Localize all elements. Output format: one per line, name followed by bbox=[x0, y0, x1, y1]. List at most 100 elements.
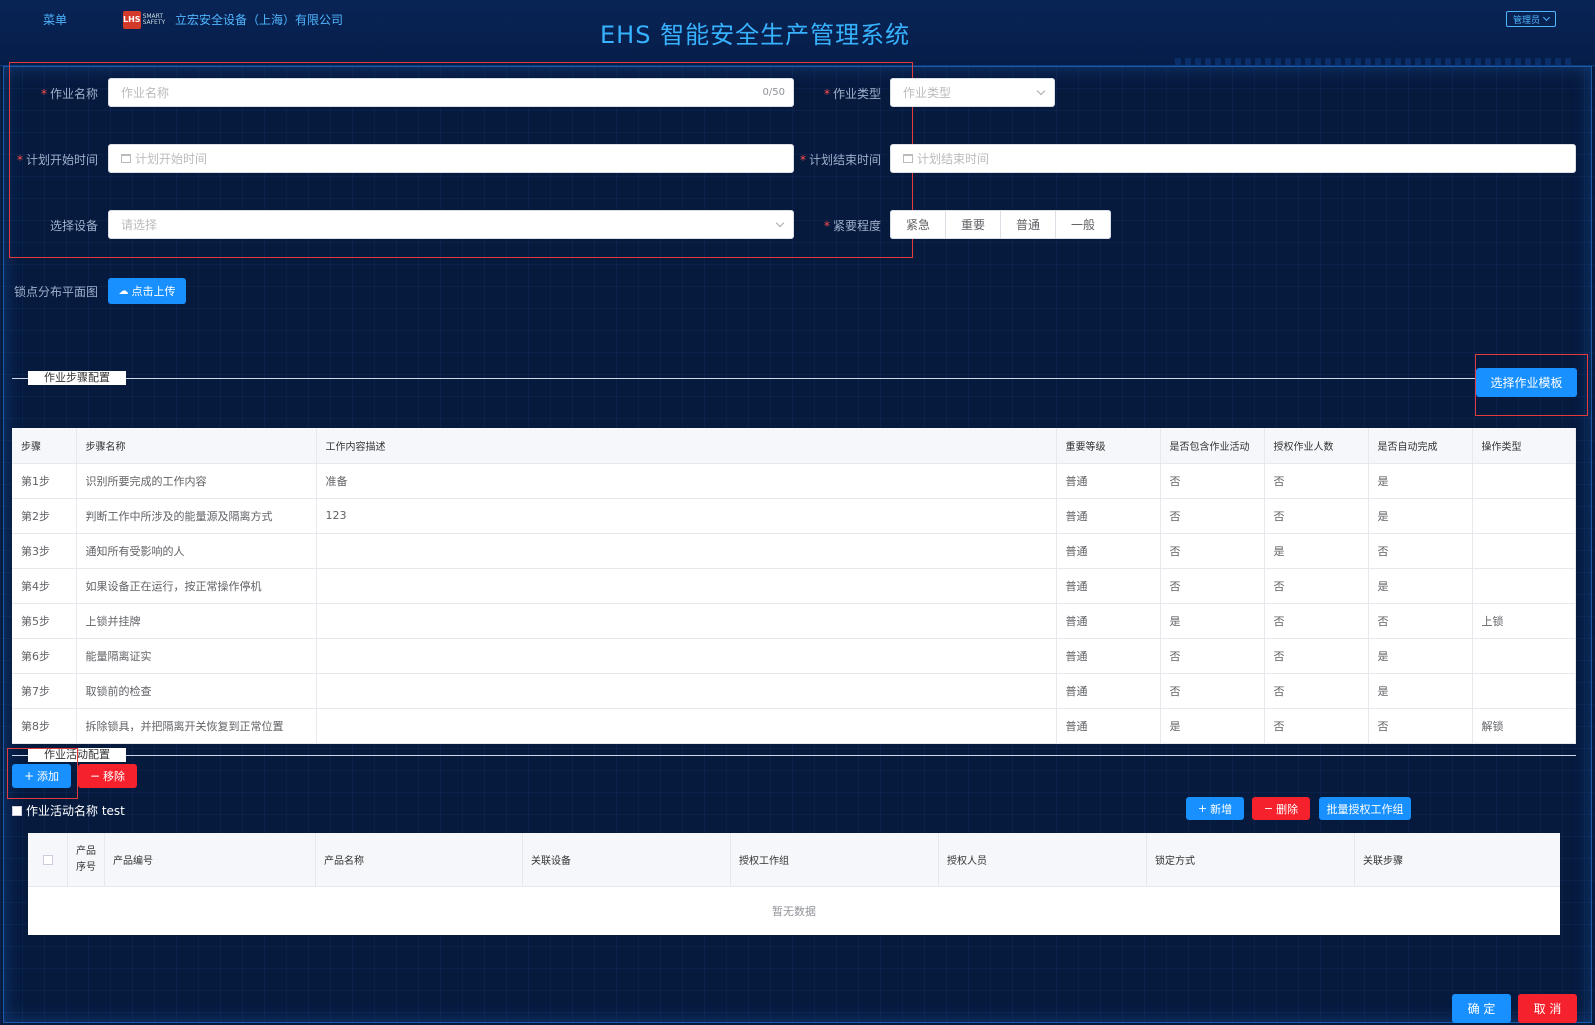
device-select[interactable]: 请选择 bbox=[108, 210, 794, 239]
col-step: 步骤 bbox=[12, 428, 77, 464]
select-all-cell bbox=[28, 833, 68, 886]
step-cell: 普通 bbox=[1056, 463, 1161, 499]
step-cell: 第7步 bbox=[12, 673, 77, 709]
step-cell: 普通 bbox=[1056, 708, 1161, 744]
step-cell: 否 bbox=[1264, 463, 1369, 499]
step-row[interactable]: 第3步 通知所有受影响的人 普通否是否 bbox=[12, 533, 1576, 569]
plan-start-placeholder: 计划开始时间 bbox=[135, 152, 208, 166]
urgency-option-urgent[interactable]: 紧急 bbox=[890, 210, 946, 239]
select-all-checkbox[interactable] bbox=[42, 854, 53, 865]
minus-icon: − bbox=[89, 769, 101, 783]
step-cell: 否 bbox=[1368, 533, 1473, 569]
col-auth-group: 授权工作组 bbox=[731, 833, 939, 886]
steps-table: 步骤 步骤名称 工作内容描述 重要等级 是否包含作业活动 授权作业人数 是否自动… bbox=[12, 428, 1576, 744]
menu-link[interactable]: 菜单 bbox=[43, 11, 67, 28]
step-cell: 否 bbox=[1264, 603, 1369, 639]
new-button[interactable]: + 新增 bbox=[1186, 797, 1244, 820]
step-cell: 否 bbox=[1264, 498, 1369, 534]
confirm-button[interactable]: 确 定 bbox=[1452, 994, 1511, 1023]
step-cell: 普通 bbox=[1056, 568, 1161, 604]
lock-map-label: 锁点分布平面图 bbox=[13, 285, 98, 299]
step-cell: 否 bbox=[1368, 708, 1473, 744]
col-product-name: 产品名称 bbox=[316, 833, 523, 886]
step-cell: 否 bbox=[1160, 673, 1265, 709]
user-name: 管理员 bbox=[1512, 15, 1540, 26]
step-cell: 取锁前的检查 bbox=[76, 673, 317, 709]
step-cell: 第6步 bbox=[12, 638, 77, 674]
step-cell: 是 bbox=[1368, 568, 1473, 604]
minus-icon: − bbox=[1263, 802, 1274, 815]
batch-auth-button[interactable]: 批量授权工作组 bbox=[1319, 797, 1411, 820]
step-row[interactable]: 第8步 拆除锁具，并把隔离开关恢复到正常位置 普通是否否解锁 bbox=[12, 708, 1576, 744]
step-cell: 是 bbox=[1264, 533, 1369, 569]
step-cell: 上锁并挂牌 bbox=[76, 603, 317, 639]
step-row[interactable]: 第7步 取锁前的检查 普通否否是 bbox=[12, 673, 1576, 709]
step-cell: 否 bbox=[1264, 568, 1369, 604]
step-cell: 普通 bbox=[1056, 673, 1161, 709]
job-name-input[interactable]: 作业名称 0/50 bbox=[108, 78, 794, 107]
step-cell bbox=[1472, 533, 1576, 569]
step-cell: 通知所有受影响的人 bbox=[76, 533, 317, 569]
delete-button[interactable]: − 删除 bbox=[1252, 797, 1310, 820]
add-button[interactable]: + 添加 bbox=[12, 764, 71, 788]
step-cell bbox=[1472, 568, 1576, 604]
products-table: 产品序号 产品编号 产品名称 关联设备 授权工作组 授权人员 锁定方式 关联步骤… bbox=[28, 833, 1560, 935]
activity-divider bbox=[12, 755, 1576, 756]
urgency-option-normal[interactable]: 普通 bbox=[1000, 210, 1056, 239]
remove-button[interactable]: − 移除 bbox=[78, 764, 137, 788]
step-cell: 普通 bbox=[1056, 498, 1161, 534]
plan-start-label: * 计划开始时间 bbox=[16, 153, 98, 167]
activity-checkbox[interactable] bbox=[12, 805, 22, 816]
top-header: 菜单 LHS SMART SAFETY 立宏安全设备（上海）有限公司 EHS 智… bbox=[0, 0, 1595, 66]
header-decoration bbox=[1175, 58, 1575, 66]
step-cell: 普通 bbox=[1056, 603, 1161, 639]
step-cell: 判断工作中所涉及的能量源及隔离方式 bbox=[76, 498, 317, 534]
urgency-label: * 紧要程度 bbox=[823, 219, 881, 233]
job-type-label: * 作业类型 bbox=[823, 87, 881, 101]
step-cell: 是 bbox=[1368, 498, 1473, 534]
cancel-button[interactable]: 取 消 bbox=[1518, 994, 1577, 1023]
step-row[interactable]: 第6步 能量隔离证实 普通否否是 bbox=[12, 638, 1576, 674]
step-cell: 是 bbox=[1160, 603, 1265, 639]
steps-table-header: 步骤 步骤名称 工作内容描述 重要等级 是否包含作业活动 授权作业人数 是否自动… bbox=[12, 428, 1576, 464]
chevron-down-icon bbox=[775, 218, 785, 228]
col-product-seq: 产品序号 bbox=[68, 833, 105, 886]
remove-button-label: 移除 bbox=[103, 770, 126, 783]
step-cell: 是 bbox=[1160, 708, 1265, 744]
logo-mark: LHS bbox=[123, 10, 141, 29]
upload-button-label: 点击上传 bbox=[131, 285, 176, 298]
step-cell bbox=[316, 673, 1057, 709]
col-op-type: 操作类型 bbox=[1472, 428, 1576, 464]
plan-end-input[interactable]: 计划结束时间 bbox=[890, 144, 1576, 173]
delete-button-label: 删除 bbox=[1276, 802, 1299, 816]
step-cell: 否 bbox=[1264, 708, 1369, 744]
step-cell bbox=[316, 708, 1057, 744]
col-lock-method: 锁定方式 bbox=[1147, 833, 1355, 886]
job-type-placeholder: 作业类型 bbox=[903, 86, 952, 100]
device-placeholder: 请选择 bbox=[121, 218, 158, 232]
step-cell: 普通 bbox=[1056, 533, 1161, 569]
step-row[interactable]: 第5步 上锁并挂牌 普通是否否上锁 bbox=[12, 603, 1576, 639]
device-label: 选择设备 bbox=[49, 219, 98, 233]
urgency-option-general[interactable]: 一般 bbox=[1055, 210, 1111, 239]
step-cell: 第5步 bbox=[12, 603, 77, 639]
job-name-placeholder: 作业名称 bbox=[121, 86, 170, 100]
col-related-device: 关联设备 bbox=[523, 833, 731, 886]
col-step-name: 步骤名称 bbox=[76, 428, 317, 464]
job-type-select[interactable]: 作业类型 bbox=[890, 78, 1055, 107]
urgency-option-important[interactable]: 重要 bbox=[945, 210, 1001, 239]
step-cell bbox=[1472, 673, 1576, 709]
logo-text: SMART SAFETY bbox=[142, 12, 166, 26]
col-importance: 重要等级 bbox=[1056, 428, 1161, 464]
step-cell: 是 bbox=[1368, 463, 1473, 499]
user-menu[interactable]: 管理员 bbox=[1506, 11, 1556, 27]
plan-start-input[interactable]: 计划开始时间 bbox=[108, 144, 794, 173]
step-cell: 上锁 bbox=[1472, 603, 1576, 639]
step-row[interactable]: 第4步 如果设备正在运行，按正常操作停机 普通否否是 bbox=[12, 568, 1576, 604]
calendar-icon bbox=[121, 154, 131, 163]
select-template-button[interactable]: 选择作业模板 bbox=[1476, 368, 1577, 397]
step-cell bbox=[1472, 463, 1576, 499]
step-row[interactable]: 第1步 识别所要完成的工作内容 准备 普通否否是 bbox=[12, 463, 1576, 499]
upload-button[interactable]: ☁ 点击上传 bbox=[108, 278, 186, 304]
step-row[interactable]: 第2步 判断工作中所涉及的能量源及隔离方式 123 普通否否是 bbox=[12, 498, 1576, 534]
